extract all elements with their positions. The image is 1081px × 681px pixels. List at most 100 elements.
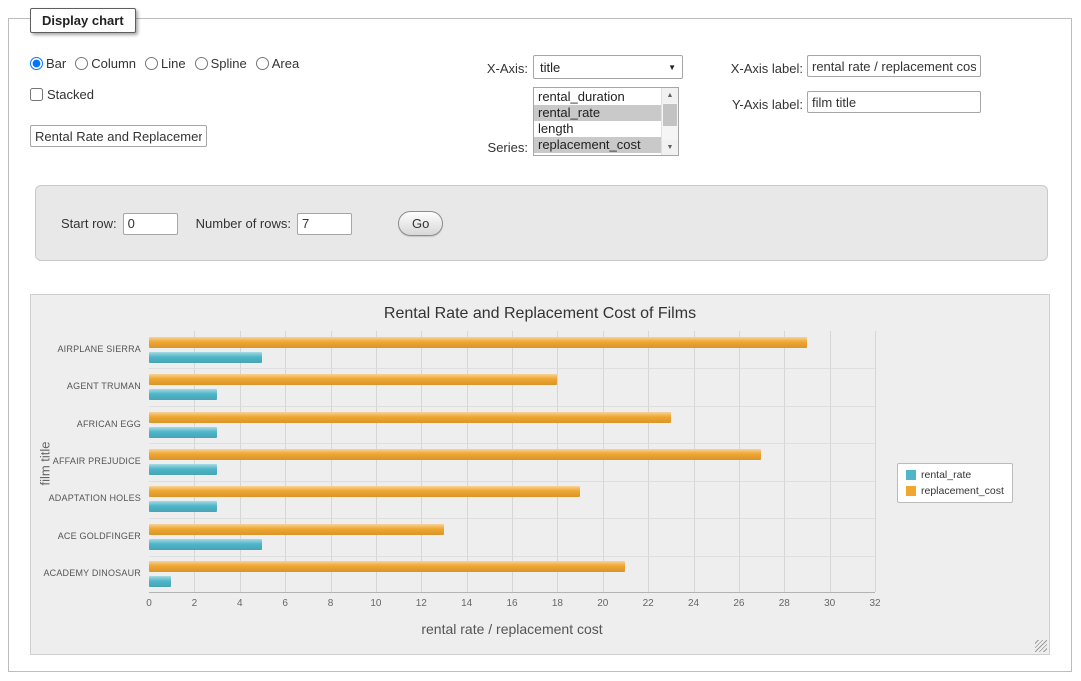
category-label: ADAPTATION HOLES — [31, 493, 141, 503]
x-tick-label: 2 — [179, 598, 209, 609]
chart-type-option-spline[interactable]: Spline — [195, 56, 247, 71]
chart-type-option-bar[interactable]: Bar — [30, 56, 66, 71]
category-label: AGENT TRUMAN — [31, 381, 141, 391]
start-row-input[interactable] — [123, 213, 178, 235]
bar-rental_rate — [149, 389, 217, 400]
x-gridline — [875, 331, 876, 592]
scroll-up-icon[interactable]: ▲ — [662, 88, 678, 103]
row-range-panel: Start row: Number of rows: Go — [35, 185, 1048, 261]
bar-replacement_cost — [149, 486, 580, 497]
x-tick-label: 10 — [361, 598, 391, 609]
bar-replacement_cost — [149, 412, 671, 423]
x-tick-label: 18 — [542, 598, 572, 609]
x-tick-label: 12 — [406, 598, 436, 609]
chart-x-axis-title: rental rate / replacement cost — [149, 621, 875, 637]
bar-replacement_cost — [149, 524, 444, 535]
bar-replacement_cost — [149, 337, 807, 348]
bar-rental_rate — [149, 539, 262, 550]
x-tick-label: 16 — [497, 598, 527, 609]
stacked-label: Stacked — [47, 87, 94, 102]
stacked-row: Stacked — [30, 87, 94, 102]
category-label: AFRICAN EGG — [31, 419, 141, 429]
resize-handle-icon[interactable] — [1035, 640, 1047, 652]
chart-type-option-line[interactable]: Line — [145, 56, 186, 71]
legend-swatch — [906, 486, 916, 496]
chart-type-option-area[interactable]: Area — [256, 56, 299, 71]
x-tick-label: 4 — [225, 598, 255, 609]
x-tick-label: 24 — [679, 598, 709, 609]
chart-type-label: Line — [161, 56, 186, 71]
x-axis-select[interactable]: title ▼ — [533, 55, 683, 79]
chart-type-label: Bar — [46, 56, 66, 71]
bar-replacement_cost — [149, 561, 625, 572]
num-rows-input[interactable] — [297, 213, 352, 235]
y-gridline — [149, 368, 875, 369]
num-rows-label: Number of rows: — [196, 216, 291, 231]
x-tick-label: 20 — [588, 598, 618, 609]
series-option-length[interactable]: length — [534, 121, 661, 137]
y-gridline — [149, 481, 875, 482]
x-gridline — [285, 331, 286, 592]
x-tick-label: 8 — [316, 598, 346, 609]
y-gridline — [149, 406, 875, 407]
chart-plot-area — [149, 331, 875, 593]
chart-type-radio-spline[interactable] — [195, 57, 208, 70]
chart-legend: rental_rate replacement_cost — [897, 463, 1013, 503]
chart-type-radio-column[interactable] — [75, 57, 88, 70]
scrollbar-track[interactable] — [662, 103, 678, 140]
stacked-checkbox[interactable] — [30, 88, 43, 101]
y-axis-label-label: Y-Axis label: — [710, 97, 803, 112]
x-axis-selected-value: title — [540, 60, 560, 75]
chart-type-radio-area[interactable] — [256, 57, 269, 70]
chart-type-label: Area — [272, 56, 299, 71]
x-gridline — [830, 331, 831, 592]
scroll-down-icon[interactable]: ▼ — [662, 140, 678, 155]
x-gridline — [194, 331, 195, 592]
page: Display chart Bar Column Line Spline Area St… — [0, 0, 1081, 681]
series-option-rental_rate[interactable]: rental_rate — [534, 105, 661, 121]
x-gridline — [694, 331, 695, 592]
legend-swatch — [906, 470, 916, 480]
row-range-controls: Start row: Number of rows: Go — [61, 211, 443, 236]
y-gridline — [149, 518, 875, 519]
legend-item-rental_rate[interactable]: rental_rate — [906, 469, 1004, 481]
legend-item-replacement_cost[interactable]: replacement_cost — [906, 485, 1004, 497]
chart-type-option-column[interactable]: Column — [75, 56, 136, 71]
series-scrollbar[interactable]: ▲ ▼ — [661, 88, 678, 155]
y-axis-label-input[interactable] — [807, 91, 981, 113]
x-gridline — [331, 331, 332, 592]
chart-type-label: Column — [91, 56, 136, 71]
category-label: AFFAIR PREJUDICE — [31, 456, 141, 466]
go-button[interactable]: Go — [398, 211, 443, 236]
series-listbox-label: Series: — [440, 140, 528, 155]
chart-type-radio-bar[interactable] — [30, 57, 43, 70]
x-gridline — [421, 331, 422, 592]
chart-container: Rental Rate and Replacement Cost of Film… — [30, 294, 1050, 655]
chart-title: Rental Rate and Replacement Cost of Film… — [31, 305, 1049, 323]
x-axis-label-input[interactable] — [807, 55, 981, 77]
display-chart-legend: Display chart — [30, 8, 136, 33]
chart-type-radio-line[interactable] — [145, 57, 158, 70]
y-gridline — [149, 556, 875, 557]
x-tick-label: 6 — [270, 598, 300, 609]
chart-title-input[interactable] — [30, 125, 207, 147]
start-row-label: Start row: — [61, 216, 117, 231]
series-listbox[interactable]: rental_durationrental_ratelengthreplacem… — [533, 87, 679, 156]
scrollbar-thumb[interactable] — [663, 104, 677, 126]
x-gridline — [376, 331, 377, 592]
x-gridline — [557, 331, 558, 592]
legend-label: rental_rate — [921, 469, 971, 481]
x-tick-label: 0 — [134, 598, 164, 609]
series-option-replacement_cost[interactable]: replacement_cost — [534, 137, 661, 153]
bar-rental_rate — [149, 427, 217, 438]
y-gridline — [149, 443, 875, 444]
category-label: ACADEMY DINOSAUR — [31, 568, 141, 578]
bar-replacement_cost — [149, 374, 557, 385]
series-option-rental_duration[interactable]: rental_duration — [534, 89, 661, 105]
x-gridline — [784, 331, 785, 592]
x-tick-label: 32 — [860, 598, 890, 609]
bar-rental_rate — [149, 576, 171, 587]
x-axis-select-label: X-Axis: — [440, 61, 528, 76]
bar-replacement_cost — [149, 449, 761, 460]
chevron-down-icon: ▼ — [668, 63, 676, 72]
